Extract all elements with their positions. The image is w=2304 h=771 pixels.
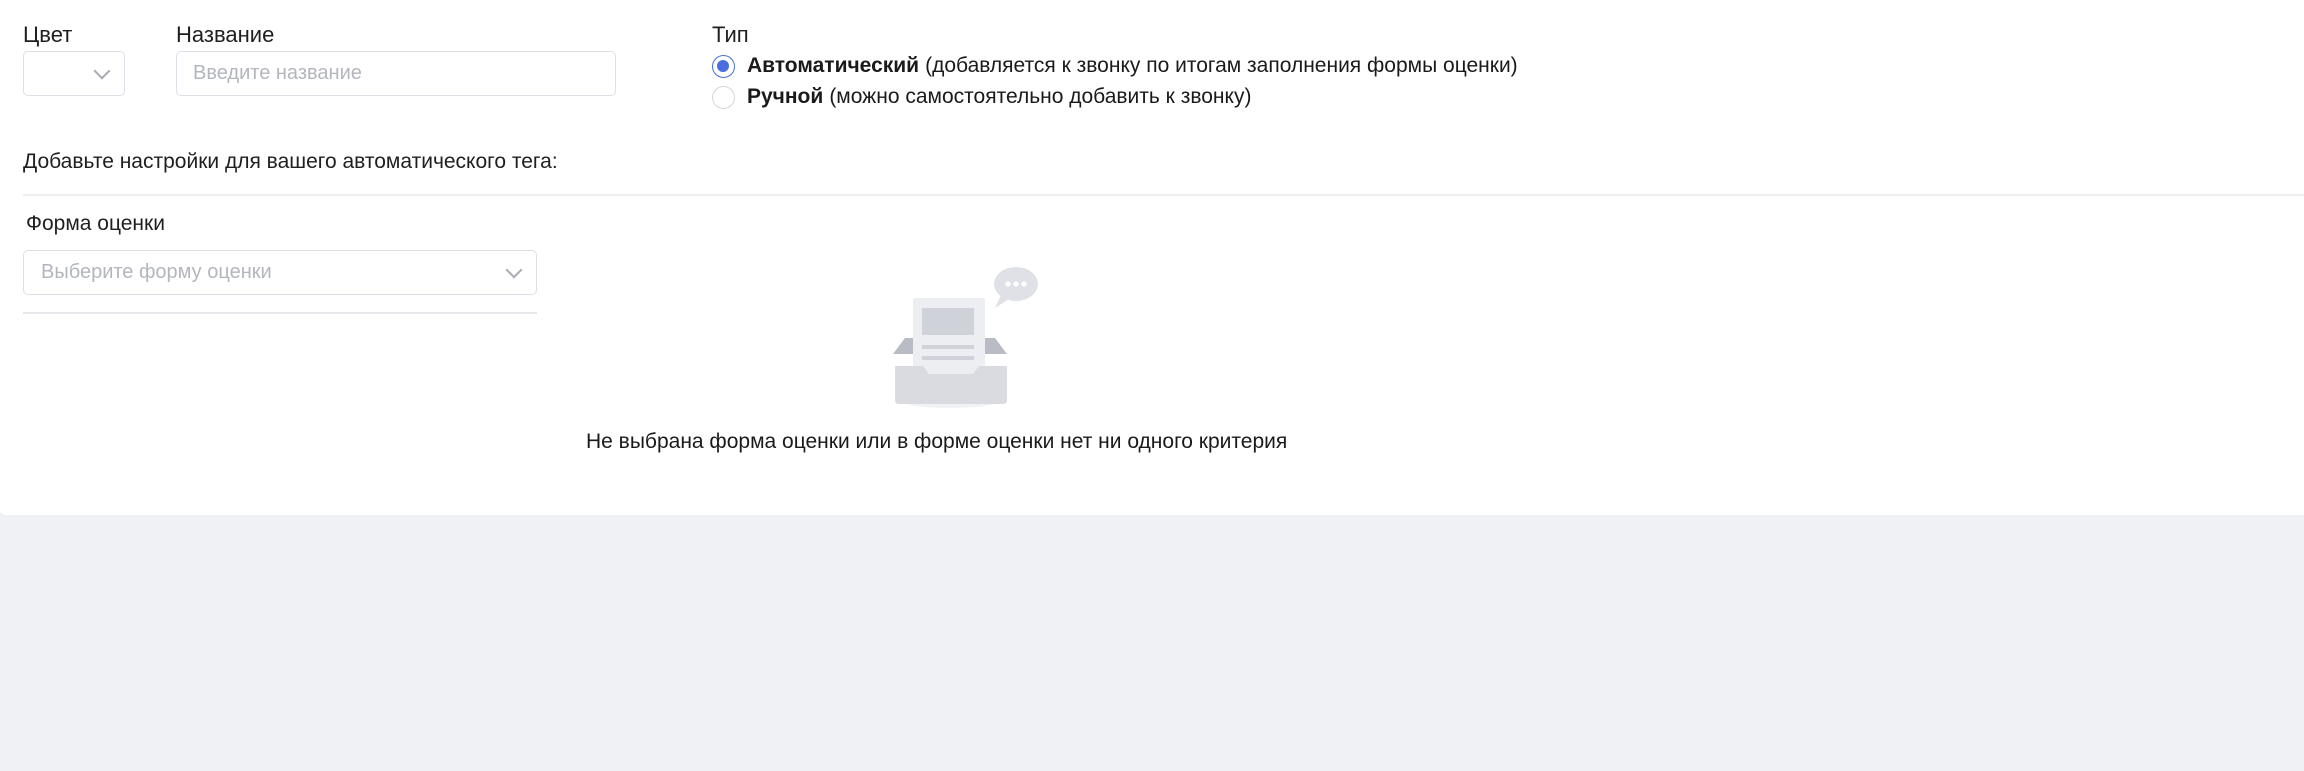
name-input[interactable] (176, 51, 616, 96)
type-option-title: Ручной (747, 85, 824, 108)
type-option-description: (можно самостоятельно добавить к звонку) (829, 85, 1252, 108)
section-divider (23, 194, 2304, 196)
type-option-automatic[interactable]: Автоматический (добавляется к звонку по … (712, 52, 1518, 80)
evaluation-form-select[interactable]: Выберите форму оценки (23, 250, 537, 295)
type-option-title: Автоматический (747, 54, 920, 77)
tag-settings-panel: Цвет Название Тип Автоматический (добавл… (0, 0, 2304, 515)
evaluation-form-placeholder: Выберите форму оценки (41, 261, 272, 283)
form-label: Форма оценки (26, 212, 165, 235)
radio-automatic[interactable] (712, 54, 735, 78)
type-option-manual[interactable]: Ручной (можно самостоятельно добавить к … (712, 83, 1251, 111)
radio-manual[interactable] (712, 85, 735, 109)
name-label: Название (176, 22, 275, 47)
type-option-description: (добавляется к звонку по итогам заполнен… (925, 54, 1518, 77)
color-label: Цвет (23, 22, 73, 47)
color-select[interactable] (23, 51, 125, 96)
auto-settings-heading: Добавьте настройки для вашего автоматиче… (23, 150, 558, 173)
empty-inbox-icon (893, 267, 1038, 408)
form-divider (23, 312, 537, 314)
empty-state-message: Не выбрана форма оценки или в форме оцен… (586, 430, 1288, 453)
type-label: Тип (712, 22, 749, 47)
chevron-down-icon (93, 62, 111, 80)
chevron-down-icon (505, 261, 523, 279)
